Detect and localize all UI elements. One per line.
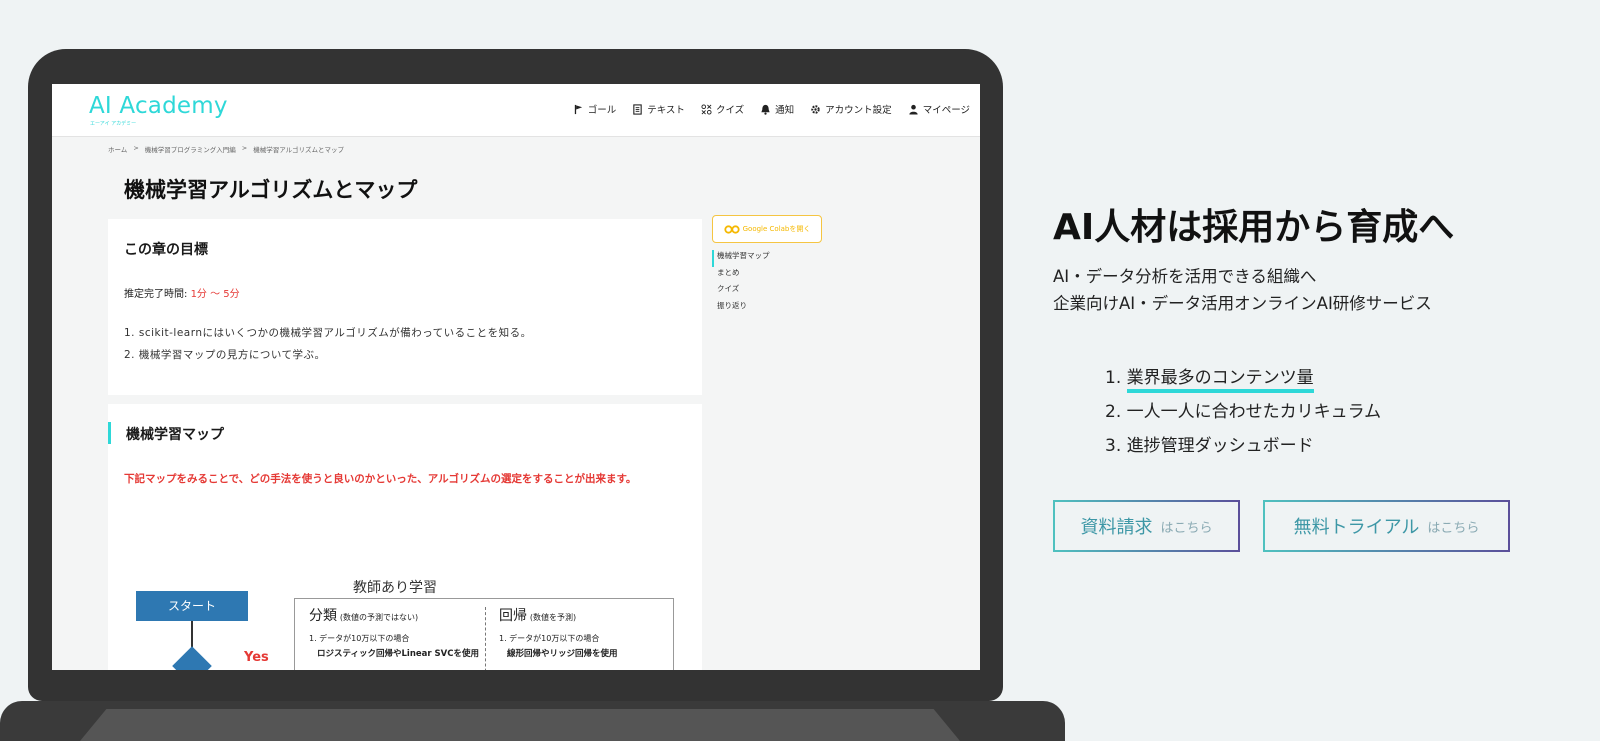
open-colab-button[interactable]: Google Colabを開く	[712, 215, 822, 243]
table-of-contents: 機械学習マップ まとめ クイズ 振り返り	[712, 250, 770, 316]
laptop-screen: AI Academy エーアイ アカデミー ゴール テキスト クイズ 通知 アカ…	[52, 84, 980, 670]
classification-sub: (数値の予測ではない)	[339, 613, 419, 622]
app-header: AI Academy エーアイ アカデミー ゴール テキスト クイズ 通知 アカ…	[52, 84, 980, 137]
regression-line1: 1. データが10万以下の場合	[499, 634, 600, 643]
feature-text: 進捗管理ダッシュボード	[1126, 436, 1314, 456]
hero-subtitle-line1: AI・データ分析を活用できる組織へ	[1053, 267, 1317, 286]
quiz-icon	[701, 103, 712, 115]
request-materials-suffix: はこちら	[1160, 520, 1213, 536]
nav-label: 通知	[775, 105, 795, 116]
estimated-time: 推定完了時間: 1分 〜 5分	[124, 285, 240, 300]
feature-text-highlighted: 業界最多のコンテンツ量	[1126, 368, 1314, 393]
nav-mypage[interactable]: マイページ	[908, 102, 970, 116]
breadcrumb-separator: >	[133, 144, 139, 152]
breadcrumb-home[interactable]: ホーム	[108, 144, 127, 154]
page-title: 機械学習アルゴリズムとマップ	[124, 178, 418, 202]
toc-item-summary[interactable]: まとめ	[712, 267, 770, 284]
nav-goal[interactable]: ゴール	[573, 102, 617, 116]
request-materials-button[interactable]: 資料請求 はこちら	[1053, 500, 1240, 552]
ml-map-note: 下記マップをみることで、どの手法を使うと良いのかといった、アルゴリズムの選定をす…	[124, 473, 637, 485]
regression-column: 回帰 (数値を予測) 1. データが10万以下の場合 線形回帰やリッジ回帰を使用	[499, 605, 618, 659]
flag-icon	[574, 104, 582, 114]
flow-title: 教師あり学習	[353, 580, 437, 596]
feature-item: 3. 進捗管理ダッシュボード	[1105, 431, 1381, 465]
hero-title: AI人材は採用から育成へ	[1053, 207, 1455, 248]
document-icon	[633, 103, 642, 115]
bell-icon	[761, 104, 770, 115]
feature-item: 1. 業界最多のコンテンツ量	[1105, 363, 1381, 397]
classification-line1: 1. データが10万以下の場合	[309, 634, 410, 643]
free-trial-suffix: はこちら	[1427, 520, 1480, 536]
classification-line2: ロジスティック回帰やLinear SVCを使用	[317, 649, 479, 659]
app-logo-subtitle: エーアイ アカデミー	[90, 121, 137, 127]
nav-quiz[interactable]: クイズ	[701, 102, 744, 116]
laptop-keyboard-deck	[80, 709, 960, 741]
ml-map-heading: 機械学習マップ	[126, 427, 224, 443]
user-icon	[909, 104, 918, 115]
nav-notification[interactable]: 通知	[760, 102, 794, 116]
regression-sub: (数値を予測)	[529, 613, 577, 622]
nav-account-settings[interactable]: アカウント設定	[810, 102, 892, 116]
nav-label: ゴール	[587, 105, 617, 116]
nav-label: マイページ	[922, 105, 970, 116]
nav-label: アカウント設定	[825, 105, 892, 116]
toc-item-quiz[interactable]: クイズ	[712, 283, 770, 300]
hero-subtitle: AI・データ分析を活用できる組織へ 企業向けAI・データ活用オンラインAI研修サ…	[1053, 263, 1432, 317]
nav-label: クイズ	[715, 105, 745, 116]
gear-icon	[811, 104, 820, 114]
feature-number: 2.	[1105, 402, 1127, 422]
free-trial-label: 無料トライアル	[1293, 517, 1420, 538]
feature-number: 3.	[1105, 436, 1127, 456]
goal-item: 1. scikit-learnにはいくつかの機械学習アルゴリズムが備わっているこ…	[124, 327, 532, 339]
regression-title: 回帰	[499, 608, 527, 624]
colab-icon	[724, 224, 740, 234]
free-trial-button[interactable]: 無料トライアル はこちら	[1263, 500, 1510, 552]
feature-number: 1.	[1105, 368, 1127, 388]
table-divider	[485, 607, 486, 670]
toc-item-ml-map[interactable]: 機械学習マップ	[712, 250, 770, 267]
top-nav: ゴール テキスト クイズ 通知 アカウント設定 マイページ	[573, 102, 970, 116]
request-materials-label: 資料請求	[1080, 517, 1153, 538]
classification-title: 分類	[309, 608, 337, 624]
breadcrumb-course[interactable]: 機械学習プログラミング入門編	[145, 144, 236, 154]
chapter-goal-card: この章の目標 推定完了時間: 1分 〜 5分 1. scikit-learnには…	[108, 219, 702, 395]
nav-text[interactable]: テキスト	[632, 102, 685, 116]
nav-label: テキスト	[647, 105, 685, 116]
goal-heading: この章の目標	[124, 242, 208, 258]
supervised-learning-table: 分類 (数値の予測ではない) 1. データが10万以下の場合 ロジスティック回帰…	[294, 598, 674, 670]
breadcrumb-separator: >	[241, 144, 248, 152]
regression-line2: 線形回帰やリッジ回帰を使用	[507, 649, 618, 659]
feature-item: 2. 一人一人に合わせたカリキュラム	[1105, 397, 1381, 431]
toc-item-review[interactable]: 振り返り	[712, 300, 770, 317]
estimated-time-value: 1分 〜 5分	[190, 289, 240, 300]
feature-list: 1. 業界最多のコンテンツ量 2. 一人一人に合わせたカリキュラム 3. 進捗管…	[1105, 363, 1381, 465]
flow-yes-label: Yes	[244, 650, 269, 665]
flow-start-box: スタート	[136, 591, 248, 621]
feature-text: 一人一人に合わせたカリキュラム	[1126, 402, 1382, 422]
estimated-time-label: 推定完了時間:	[124, 289, 191, 300]
goal-item: 2. 機械学習マップの見方について学ぶ。	[124, 349, 326, 361]
app-logo[interactable]: AI Academy	[89, 93, 228, 119]
hero-subtitle-line2: 企業向けAI・データ活用オンラインAI研修サービス	[1053, 294, 1432, 313]
breadcrumb: ホーム > 機械学習プログラミング入門編 > 機械学習アルゴリズムとマップ	[108, 144, 344, 154]
open-colab-label: Google Colabを開く	[742, 225, 811, 233]
classification-column: 分類 (数値の予測ではない) 1. データが10万以下の場合 ロジスティック回帰…	[309, 605, 479, 659]
breadcrumb-current: 機械学習アルゴリズムとマップ	[253, 146, 345, 154]
section-accent-bar	[108, 422, 111, 444]
